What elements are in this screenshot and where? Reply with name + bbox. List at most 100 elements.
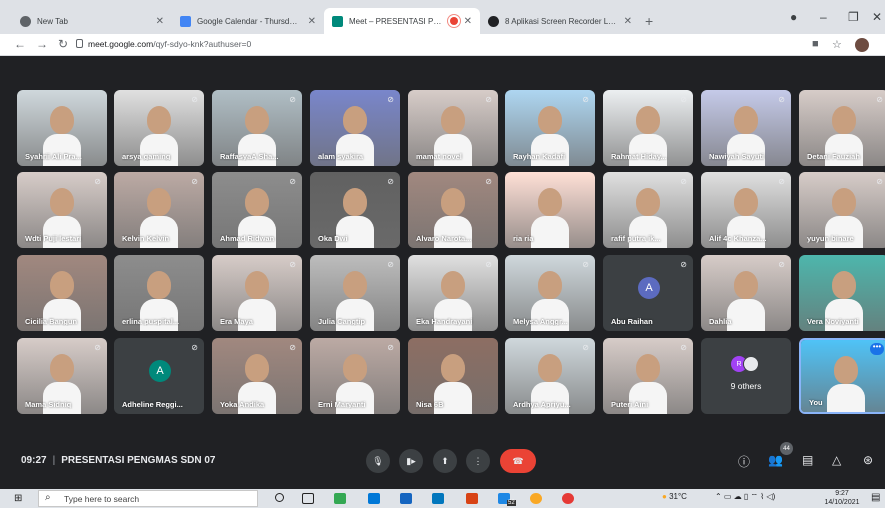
mic-muted-icon: ⊘ bbox=[485, 260, 492, 269]
windows-start-icon[interactable]: ⊞ bbox=[14, 493, 22, 504]
participant-tile[interactable]: ria ria bbox=[505, 172, 595, 248]
info-icon[interactable]: ⓘ bbox=[738, 453, 750, 470]
self-video-tile[interactable]: You ••• bbox=[799, 338, 885, 414]
close-icon[interactable]: ✕ bbox=[624, 16, 632, 27]
participant-tile[interactable]: Nawiyah Sayuti ⊘ bbox=[701, 90, 791, 166]
browser-tab-strip: New Tab ✕ Google Calendar - Thursday, 14… bbox=[0, 0, 885, 34]
tab-search-icon[interactable]: ● bbox=[790, 10, 797, 24]
participant-tile[interactable]: Rahmat Hiday... ⊘ bbox=[603, 90, 693, 166]
participant-tile[interactable]: yuyun binare ⊘ bbox=[799, 172, 885, 248]
participant-tile[interactable]: A Abu Raihan ⊘ bbox=[603, 255, 693, 331]
meeting-details[interactable]: 09:27 | PRESENTASI PENGMAS SDN 07 bbox=[21, 455, 215, 466]
participant-tile[interactable]: Puteri Aini ⊘ bbox=[603, 338, 693, 414]
participant-name: Julia Cangtip bbox=[318, 317, 366, 326]
store-taskbar-icon[interactable] bbox=[400, 493, 412, 504]
participant-tile[interactable]: arsya gaming ⊘ bbox=[114, 90, 204, 166]
taskbar-search-box[interactable]: ⌕ Type here to search bbox=[38, 490, 258, 507]
lock-icon[interactable] bbox=[76, 39, 83, 48]
participant-tile[interactable]: Alvaro Narota... ⊘ bbox=[408, 172, 498, 248]
mic-muted-icon: ⊘ bbox=[387, 177, 394, 186]
activities-icon[interactable]: △ bbox=[832, 453, 841, 467]
participant-tile[interactable]: Vera Noviyanti bbox=[799, 255, 885, 331]
participant-tile[interactable]: Mama Sidniq ⊘ bbox=[17, 338, 107, 414]
participant-tile[interactable]: Ardhya Apriyu... ⊘ bbox=[505, 338, 595, 414]
mic-muted-icon: ⊘ bbox=[191, 95, 198, 104]
participant-tile[interactable]: Dahlia ⊘ bbox=[701, 255, 791, 331]
new-tab-button[interactable]: + bbox=[645, 13, 653, 29]
others-tile[interactable]: R 9 others bbox=[701, 338, 791, 414]
participant-tile[interactable]: Eka Handrayani ⊘ bbox=[408, 255, 498, 331]
participant-tile[interactable]: Erni Maryanti ⊘ bbox=[310, 338, 400, 414]
vlc-taskbar-icon[interactable] bbox=[530, 493, 542, 504]
participant-tile[interactable]: Ahmad Ridwan ⊘ bbox=[212, 172, 302, 248]
url-host: meet.google.com bbox=[88, 39, 154, 49]
close-window-icon[interactable]: ✕ bbox=[872, 10, 882, 24]
url-field[interactable]: meet.google.com/qyf-sdyo-knk?authuser=0 bbox=[88, 39, 251, 49]
minimize-icon[interactable]: – bbox=[820, 10, 827, 24]
participant-tile[interactable]: Melysa Anggr... ⊘ bbox=[505, 255, 595, 331]
close-icon[interactable]: ✕ bbox=[464, 16, 472, 27]
participant-tile[interactable]: Cicilia Bangun bbox=[17, 255, 107, 331]
edge-taskbar-icon[interactable] bbox=[368, 493, 380, 504]
mic-muted-icon: ⊘ bbox=[680, 95, 687, 104]
task-view-icon[interactable] bbox=[302, 493, 314, 504]
chat-icon[interactable]: ▤ bbox=[802, 453, 813, 467]
participant-tile[interactable]: Yoka Andika ⊘ bbox=[212, 338, 302, 414]
taskbar-badge: 52 bbox=[507, 500, 516, 506]
participant-tile[interactable]: Detani Fauziah ⊘ bbox=[799, 90, 885, 166]
participant-tile[interactable]: erlina puspital... bbox=[114, 255, 204, 331]
close-icon[interactable]: ✕ bbox=[308, 16, 316, 27]
participant-tile[interactable]: rafif putra ik... ⊘ bbox=[603, 172, 693, 248]
end-call-button[interactable]: ☎ bbox=[500, 449, 536, 473]
participant-tile[interactable]: mamat novel ⊘ bbox=[408, 90, 498, 166]
participant-name: Vera Noviyanti bbox=[807, 317, 859, 326]
reload-icon[interactable]: ↻ bbox=[58, 37, 68, 51]
back-icon[interactable]: ← bbox=[14, 37, 26, 51]
powerpoint-taskbar-icon[interactable] bbox=[562, 493, 574, 504]
participant-tile[interactable]: RaffasyaA Sha... ⊘ bbox=[212, 90, 302, 166]
host-controls-icon[interactable]: ⊛ bbox=[863, 453, 873, 467]
participant-name: rafif putra ik... bbox=[611, 234, 661, 243]
participant-tile[interactable]: Julia Cangtip ⊘ bbox=[310, 255, 400, 331]
close-icon[interactable]: ✕ bbox=[156, 16, 164, 27]
taskbar-clock[interactable]: 9:27 14/10/2021 bbox=[822, 489, 862, 507]
profile-avatar[interactable] bbox=[855, 38, 869, 52]
participant-tile[interactable]: alam syakira ⊘ bbox=[310, 90, 400, 166]
participant-tile[interactable]: Alif 4c Khanza... ⊘ bbox=[701, 172, 791, 248]
forward-icon[interactable]: → bbox=[36, 37, 48, 51]
chrome-icon bbox=[20, 15, 31, 27]
present-button[interactable]: ⬆ bbox=[433, 449, 457, 473]
participant-tile[interactable]: Nisa 6B bbox=[408, 338, 498, 414]
participant-tile[interactable]: Era Maya ⊘ bbox=[212, 255, 302, 331]
bookmark-star-icon[interactable]: ☆ bbox=[832, 38, 842, 51]
tab-label: Meet – PRESENTASI PENGM bbox=[349, 16, 446, 26]
participant-tile[interactable]: A Adheline Reggi... ⊘ bbox=[114, 338, 204, 414]
tab-new-tab[interactable]: New Tab ✕ bbox=[12, 8, 172, 34]
mail-taskbar-icon[interactable] bbox=[432, 493, 444, 504]
weather-widget[interactable]: ● 31°C bbox=[662, 492, 687, 501]
people-icon[interactable]: 👥 bbox=[768, 453, 783, 467]
camera-toggle-button[interactable]: ▮▸ bbox=[399, 449, 423, 473]
tab-google-meet[interactable]: Meet – PRESENTASI PENGM ✕ bbox=[324, 8, 480, 34]
mic-toggle-button[interactable]: 🎙 bbox=[366, 449, 390, 473]
maximize-icon[interactable]: ❐ bbox=[848, 10, 859, 24]
recording-icon bbox=[449, 17, 458, 25]
tab-google-calendar[interactable]: Google Calendar - Thursday, 14 C ✕ bbox=[172, 8, 324, 34]
chrome-taskbar-icon[interactable] bbox=[334, 493, 346, 504]
participant-tile[interactable]: Oka Dwi ⊘ bbox=[310, 172, 400, 248]
cortana-icon[interactable] bbox=[275, 493, 284, 502]
participant-tile[interactable]: Wdti Puji lestari ⊘ bbox=[17, 172, 107, 248]
participant-name: Syahrii Ali Pra... bbox=[25, 152, 82, 161]
system-tray-icons[interactable]: ⌃ ▭ ☁ ▯ ⌔ ⌇ ◁) bbox=[715, 492, 775, 502]
more-options-icon[interactable]: ••• bbox=[870, 343, 884, 355]
tab-screen-recorder[interactable]: 8 Aplikasi Screen Recorder Laptop ✕ bbox=[480, 8, 640, 34]
participant-tile[interactable]: Kelvin Kelvin ⊘ bbox=[114, 172, 204, 248]
camera-indicator-icon[interactable]: ■ bbox=[812, 38, 819, 50]
participant-name: Alif 4c Khanza... bbox=[709, 234, 767, 243]
participant-tile[interactable]: Syahrii Ali Pra... bbox=[17, 90, 107, 166]
participant-tile[interactable]: Rayhan Kadafi ⊘ bbox=[505, 90, 595, 166]
more-options-button[interactable]: ⋮ bbox=[466, 449, 490, 473]
notifications-icon[interactable]: ▤ bbox=[871, 492, 880, 503]
office-taskbar-icon[interactable] bbox=[466, 493, 478, 504]
participant-name: Oka Dwi bbox=[318, 234, 348, 243]
